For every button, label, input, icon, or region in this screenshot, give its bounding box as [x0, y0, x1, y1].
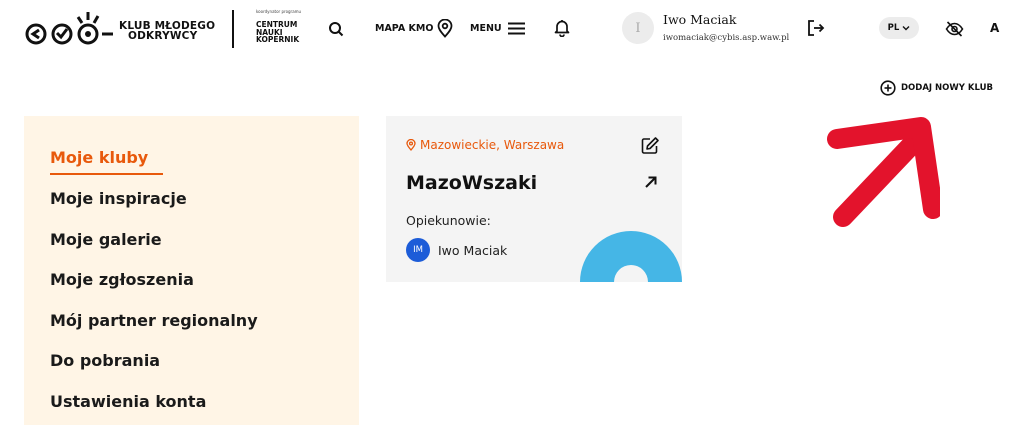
club-card[interactable]: Mazowieckie, Warszawa MazoWszaki Opiekun…: [386, 116, 682, 282]
search-icon: [329, 22, 344, 37]
map-link-label[interactable]: MAPA KMO: [375, 23, 433, 34]
guardians-label: Opiekunowie:: [406, 213, 491, 228]
guardian-avatar: IM: [406, 238, 430, 262]
cnk-caption: koordynator programu: [256, 9, 302, 14]
bell-icon: [554, 20, 570, 37]
notifications-button[interactable]: [553, 18, 571, 38]
search-button[interactable]: [327, 20, 345, 38]
menu-label[interactable]: MENU: [470, 23, 502, 34]
active-item-underline: [50, 173, 163, 175]
user-email: iwomaciak@cybis.asp.waw.pl: [663, 33, 790, 43]
logout-button[interactable]: [806, 18, 826, 38]
map-link-button[interactable]: [436, 18, 454, 38]
guardian-name: Iwo Maciak: [438, 242, 508, 258]
sidebar-item-my-submissions[interactable]: Moje zgłoszenia: [50, 270, 194, 289]
menu-button[interactable]: [507, 20, 525, 36]
guardian-item: IM Iwo Maciak: [406, 238, 507, 262]
sidebar-item-regional-partner[interactable]: Mój partner regionalny: [50, 311, 258, 330]
arrow-up-right-icon[interactable]: [644, 175, 658, 189]
plus-circle-icon: [880, 80, 896, 96]
sidebar-item-my-inspirations[interactable]: Moje inspiracje: [50, 189, 187, 208]
user-name[interactable]: Iwo Maciak: [663, 12, 736, 27]
logo-line-2: ODKRYWCY: [128, 30, 198, 42]
cnk-logo[interactable]: CENTRUM NAUKI KOPERNIK: [256, 21, 299, 44]
language-select[interactable]: PL: [879, 17, 919, 39]
location-pin-icon: [406, 139, 416, 151]
logout-icon: [808, 20, 825, 36]
sidebar-item-account-settings[interactable]: Ustawienia konta: [50, 392, 206, 411]
eye-off-icon: [945, 21, 963, 37]
cnk-line-3: KOPERNIK: [256, 35, 300, 44]
club-location: Mazowieckie, Warszawa: [406, 138, 564, 152]
sidebar-item-my-galleries[interactable]: Moje galerie: [50, 230, 162, 249]
contrast-toggle-button[interactable]: [944, 19, 964, 39]
map-pin-icon: [437, 18, 453, 38]
chevron-down-icon: [902, 26, 910, 31]
user-avatar[interactable]: I: [622, 12, 654, 44]
add-club-label: DODAJ NOWY KLUB: [901, 83, 993, 93]
red-arrow-icon: [827, 117, 940, 227]
edit-icon[interactable]: [640, 136, 660, 156]
logo-text[interactable]: KLUB MŁODEGO ODKRYWCY: [119, 21, 215, 42]
kmo-logo-icon[interactable]: [24, 8, 114, 48]
club-name[interactable]: MazoWszaki: [406, 172, 537, 194]
sidebar-item-my-clubs[interactable]: Moje kluby: [50, 148, 148, 167]
logo-divider: [232, 10, 234, 48]
club-location-text: Mazowieckie, Warszawa: [420, 138, 565, 152]
sidebar-item-downloads[interactable]: Do pobrania: [50, 351, 160, 370]
add-club-button[interactable]: DODAJ NOWY KLUB: [880, 80, 993, 96]
top-navigation: KLUB MŁODEGO ODKRYWCY koordynator progra…: [0, 0, 1024, 64]
hamburger-icon: [507, 22, 525, 34]
decorative-shape-icon: [580, 231, 682, 282]
language-value: PL: [887, 23, 900, 33]
account-sidebar: Moje kluby Moje inspiracje Moje galerie …: [24, 116, 359, 425]
font-size-button[interactable]: A: [990, 21, 999, 35]
